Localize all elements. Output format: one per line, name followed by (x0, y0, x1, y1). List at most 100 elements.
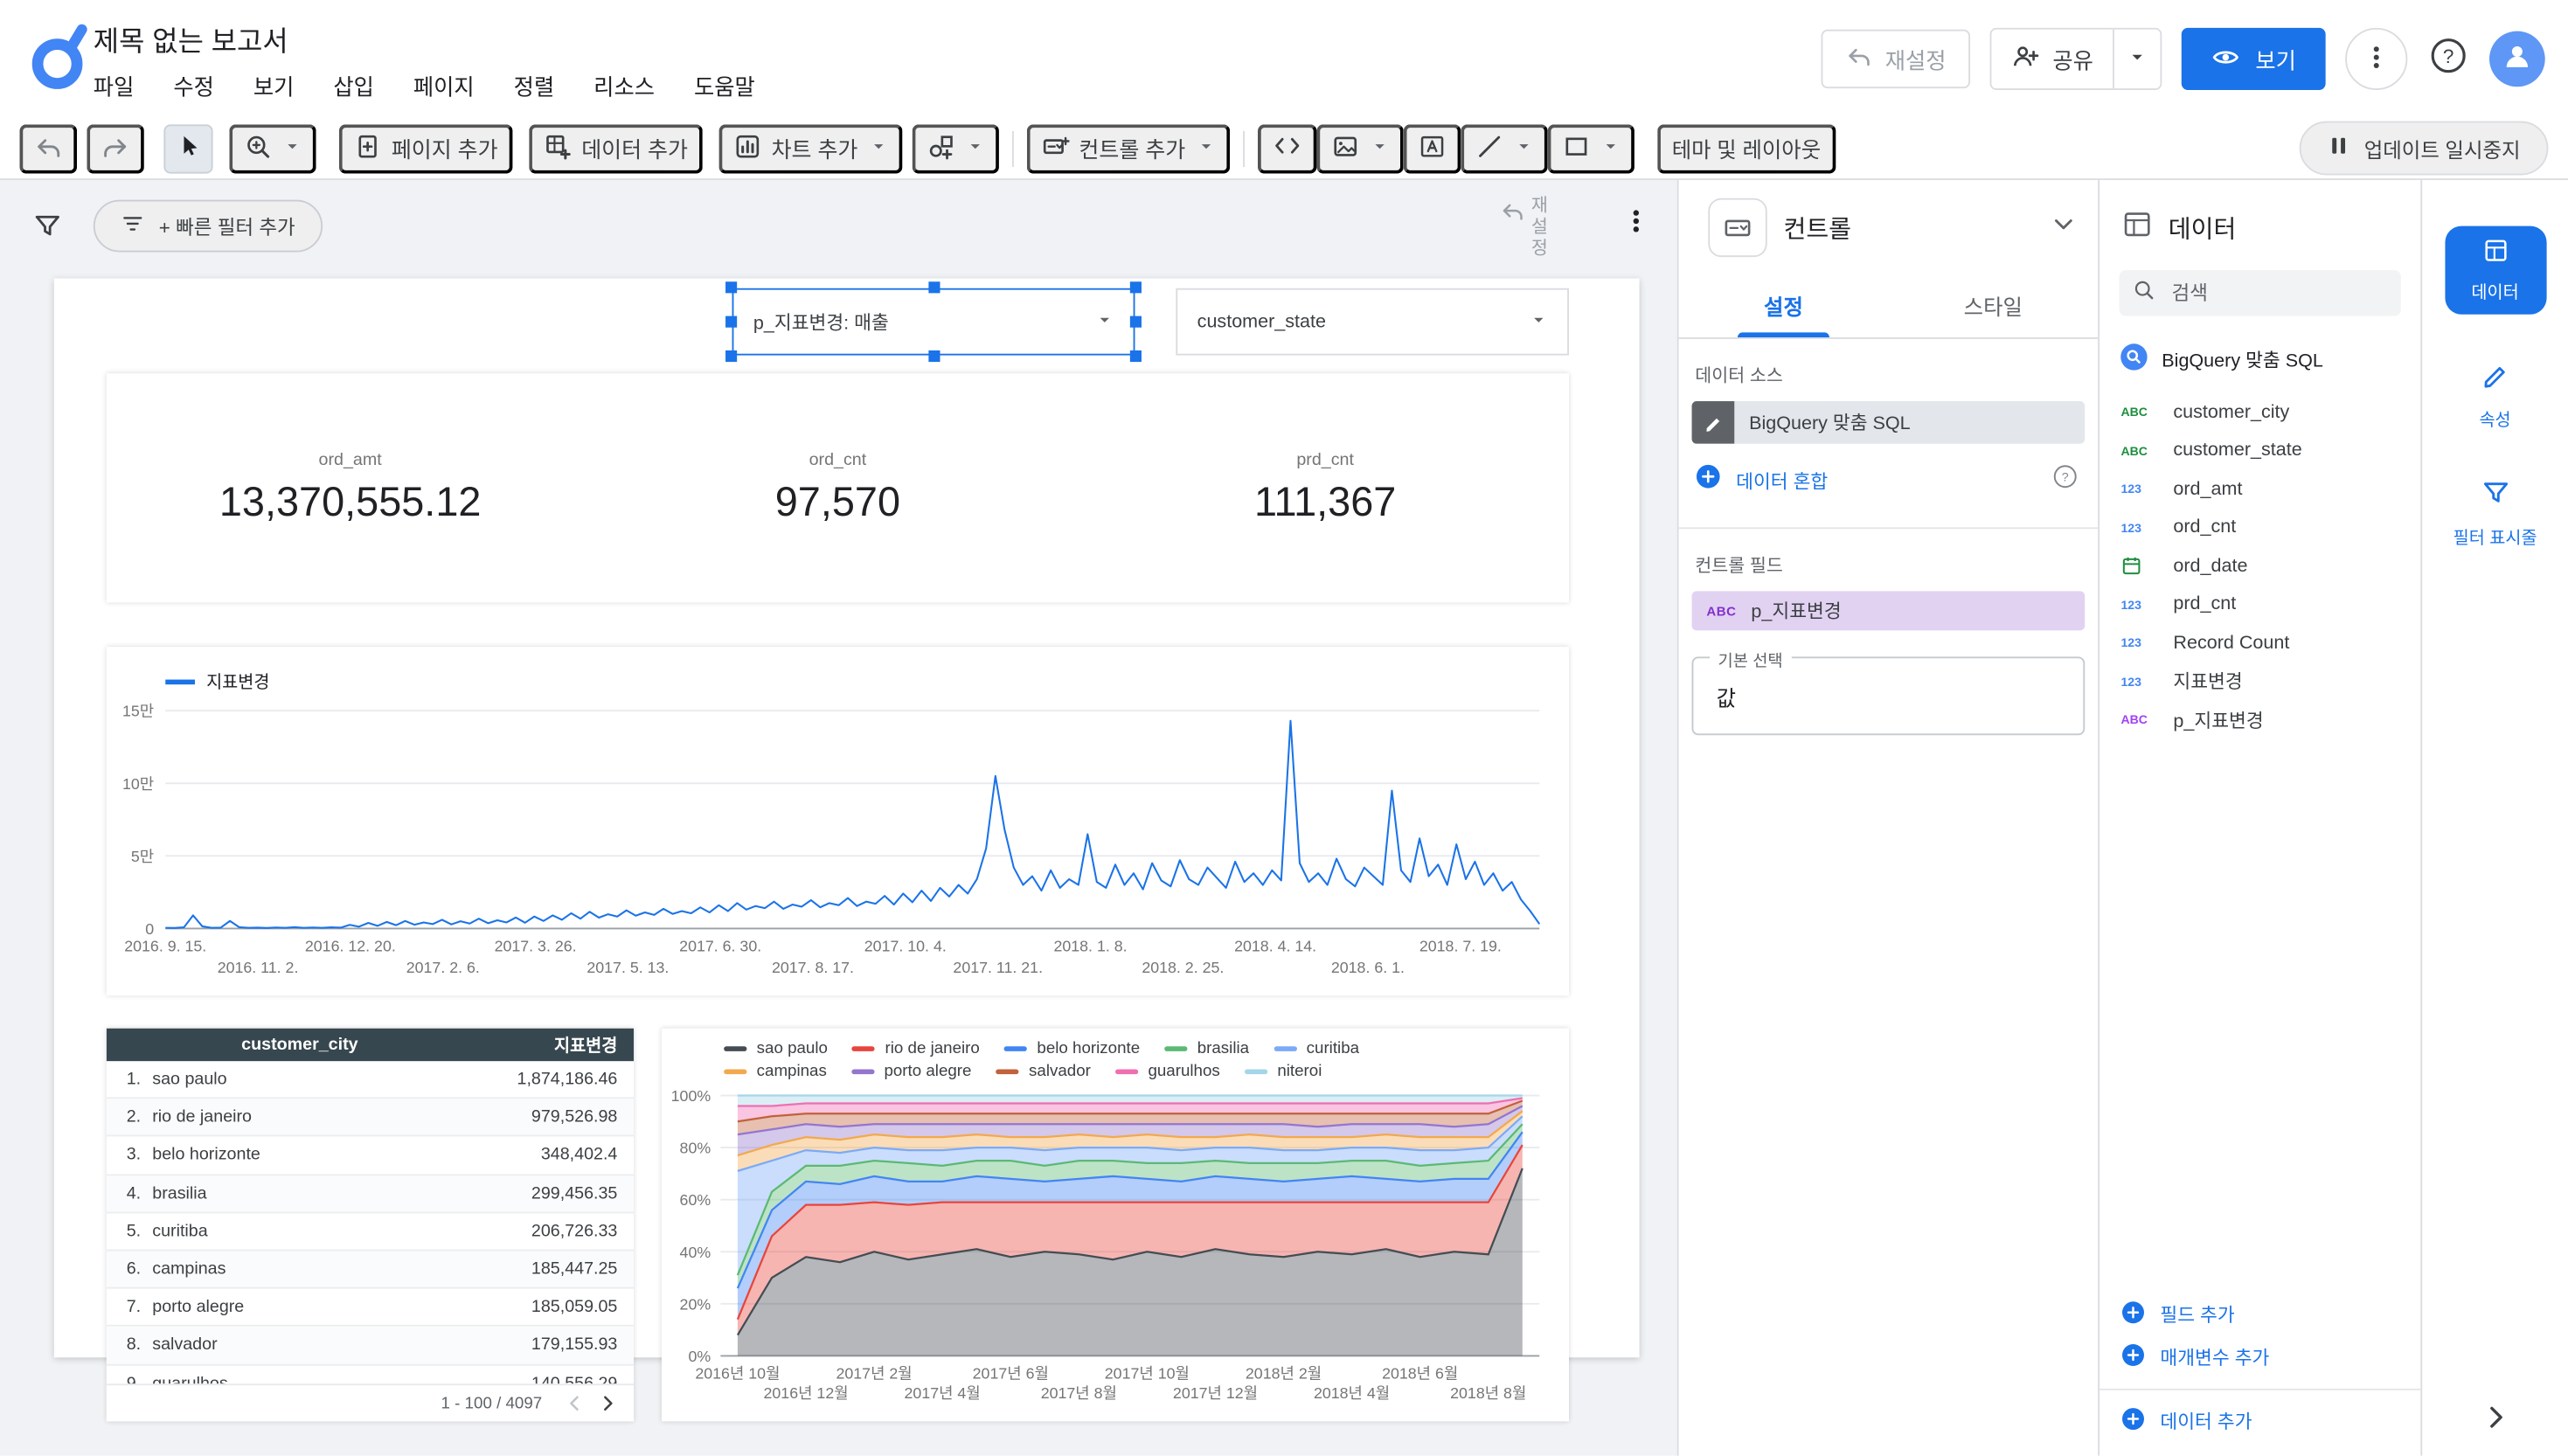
menu-item[interactable]: 보기 (253, 69, 295, 101)
timeseries-chart-card[interactable]: 지표변경 0 5만 10만 15만 2016. 9. 15. 2016. 11. 2. 20… (106, 647, 1570, 996)
view-button[interactable]: 보기 (2182, 27, 2326, 91)
menu-item[interactable]: 파일 (94, 69, 135, 101)
selection-handle[interactable] (725, 315, 738, 328)
help-circle-icon[interactable]: ? (2052, 463, 2079, 497)
table-row[interactable]: 3. belo horizonte 348,402.4 (106, 1137, 635, 1175)
control-type-icon[interactable] (1708, 198, 1767, 258)
more-options-button[interactable] (2345, 27, 2408, 91)
value-cell: 348,402.4 (540, 1145, 618, 1166)
tab-style[interactable]: 스타일 (1888, 272, 2098, 337)
x-tick-label: 2016년 12월 (764, 1384, 849, 1402)
menu-item[interactable]: 정렬 (514, 69, 555, 101)
field-item[interactable]: ABC customer_state (2100, 432, 2420, 470)
zoom-tool-button[interactable] (229, 123, 316, 173)
selection-handle[interactable] (1129, 281, 1142, 294)
canvas-more-options-button[interactable] (1621, 206, 1651, 244)
canvas-reset-label: 재설정 (1530, 196, 1548, 260)
filter-funnel-icon[interactable] (32, 211, 62, 249)
selection-handle[interactable] (725, 281, 738, 294)
selection-handle[interactable] (725, 350, 738, 363)
rail-item-data[interactable]: 데이터 (2444, 225, 2546, 315)
city-table-card[interactable]: customer_city 지표변경 1. sao paulo 1,874,186.… (106, 1028, 635, 1422)
control-dropdown-customer-state[interactable]: customer_state (1176, 288, 1570, 356)
rail-item-properties[interactable]: 속성 (2422, 360, 2568, 432)
field-item[interactable]: 123 Record Count (2100, 624, 2420, 662)
reset-button[interactable]: 재설정 (1821, 29, 1971, 89)
tab-setup[interactable]: 설정 (1679, 272, 1889, 337)
add-page-button[interactable]: 페이지 추가 (338, 123, 513, 173)
selection-handle[interactable] (927, 281, 940, 294)
add-parameter-button[interactable]: 매개변수 추가 (2100, 1336, 2420, 1379)
menu-item[interactable]: 수정 (173, 69, 214, 101)
field-item[interactable]: ABC p_지표변경 (2100, 701, 2420, 739)
caret-down-icon (1371, 136, 1389, 161)
table-row[interactable]: 8. salvador 179,155.93 (106, 1327, 635, 1365)
avatar[interactable] (2489, 31, 2545, 87)
table-row[interactable]: 7. porto alegre 185,059.05 (106, 1289, 635, 1328)
table-row[interactable]: 6. campinas 185,447.25 (106, 1251, 635, 1289)
canvas-reset-button[interactable]: 재설정 (1500, 197, 1588, 260)
community-visualizations-button[interactable] (912, 123, 999, 173)
add-text-button[interactable] (1403, 123, 1461, 173)
field-item[interactable]: 123 prd_cnt (2100, 586, 2420, 624)
rail-item-filter-bar[interactable]: 필터 표시줄 (2422, 478, 2568, 550)
blend-data-button[interactable]: 데이터 혼합 (1736, 468, 1828, 494)
pause-updates-button[interactable]: 업데이트 일시중지 (2298, 121, 2549, 176)
x-tick-label: 2018. 7. 19. (1419, 938, 1502, 955)
control-dropdown-metric[interactable]: p_지표변경: 매출 (725, 281, 1142, 363)
add-field-button[interactable]: 필드 추가 (2100, 1293, 2420, 1336)
page-previous-button[interactable] (559, 1387, 591, 1419)
menu-item[interactable]: 페이지 (413, 69, 475, 101)
field-item[interactable]: ABC customer_city (2100, 393, 2420, 432)
control-field-chip[interactable]: ABC p_지표변경 (1691, 591, 2086, 631)
default-selection-input[interactable]: 기본 선택 값 (1691, 647, 2086, 736)
menu-item[interactable]: 리소스 (593, 69, 655, 101)
view-label: 보기 (2255, 49, 2296, 74)
table-row[interactable]: 5. curitiba 206,726.33 (106, 1213, 635, 1251)
share-button[interactable]: 공유 (1992, 29, 2113, 89)
selection-handle[interactable] (1129, 350, 1142, 363)
menu-item[interactable]: 도움말 (694, 69, 755, 101)
add-image-button[interactable] (1316, 123, 1404, 173)
quick-filter-add-button[interactable]: + 빠른 필터 추가 (93, 199, 323, 253)
field-item[interactable]: ord_date (2100, 547, 2420, 586)
select-tool-button[interactable] (163, 123, 213, 173)
field-search[interactable] (2119, 270, 2401, 316)
control-properties-panel: 컨트롤 설정 스타일 데이터 소스 BigQuery 맞춤 SQL 데이터 혼합… (1676, 180, 2099, 1456)
table-row[interactable]: 1. sao paulo 1,874,186.46 (106, 1061, 635, 1099)
field-item[interactable]: 123 ord_cnt (2100, 509, 2420, 547)
add-chart-button[interactable]: 차트 추가 (718, 123, 903, 173)
chevron-down-icon[interactable] (2049, 210, 2079, 247)
add-shape-button[interactable] (1547, 123, 1634, 173)
collapse-panel-button[interactable] (2422, 1400, 2568, 1432)
page-next-button[interactable] (591, 1387, 623, 1419)
scorecard-card[interactable]: ord_amt 13,370,555.12 ord_cnt 97,570 prd_cnt… (106, 373, 1570, 603)
table-row[interactable]: 4. brasilia 299,456.35 (106, 1175, 635, 1213)
search-input[interactable] (2168, 280, 2388, 307)
add-data-button[interactable]: 데이터 추가 (529, 123, 703, 173)
theme-layout-button[interactable]: 테마 및 레이아웃 (1656, 123, 1836, 173)
table-row[interactable]: 9. guarulhos 140,556.29 (107, 1365, 634, 1385)
share-dropdown-button[interactable] (2113, 29, 2161, 89)
data-source-row[interactable]: BigQuery 맞춤 SQL (2120, 343, 2401, 377)
field-item[interactable]: 123 ord_amt (2100, 470, 2420, 509)
table-row[interactable]: 2. rio de janeiro 979,526.98 (106, 1099, 635, 1138)
undo-button[interactable] (19, 123, 78, 173)
stacked-area-chart-card[interactable]: sao paulo rio de janeiro belo horizonte bra… (661, 1028, 1570, 1422)
pencil-icon[interactable] (1691, 401, 1735, 444)
add-line-button[interactable] (1460, 123, 1548, 173)
redo-button[interactable] (87, 123, 144, 173)
field-item[interactable]: 123 지표변경 (2100, 662, 2420, 701)
data-source-chip[interactable]: BigQuery 맞춤 SQL (1691, 401, 2086, 444)
add-control-button[interactable]: 컨트롤 추가 (1026, 123, 1230, 173)
menu-item[interactable]: 삽입 (333, 69, 374, 101)
help-button[interactable]: ? (2427, 38, 2470, 80)
y-tick-label: 10만 (122, 775, 154, 793)
embed-url-button[interactable] (1257, 123, 1317, 173)
report-title[interactable]: 제목 없는 보고서 (94, 18, 288, 59)
selection-handle[interactable] (1129, 315, 1142, 328)
add-data-button[interactable]: 데이터 추가 (2100, 1400, 2420, 1443)
city-cell: salvador (152, 1335, 218, 1355)
looker-studio-logo-icon[interactable] (26, 19, 92, 94)
selection-handle[interactable] (927, 350, 940, 363)
